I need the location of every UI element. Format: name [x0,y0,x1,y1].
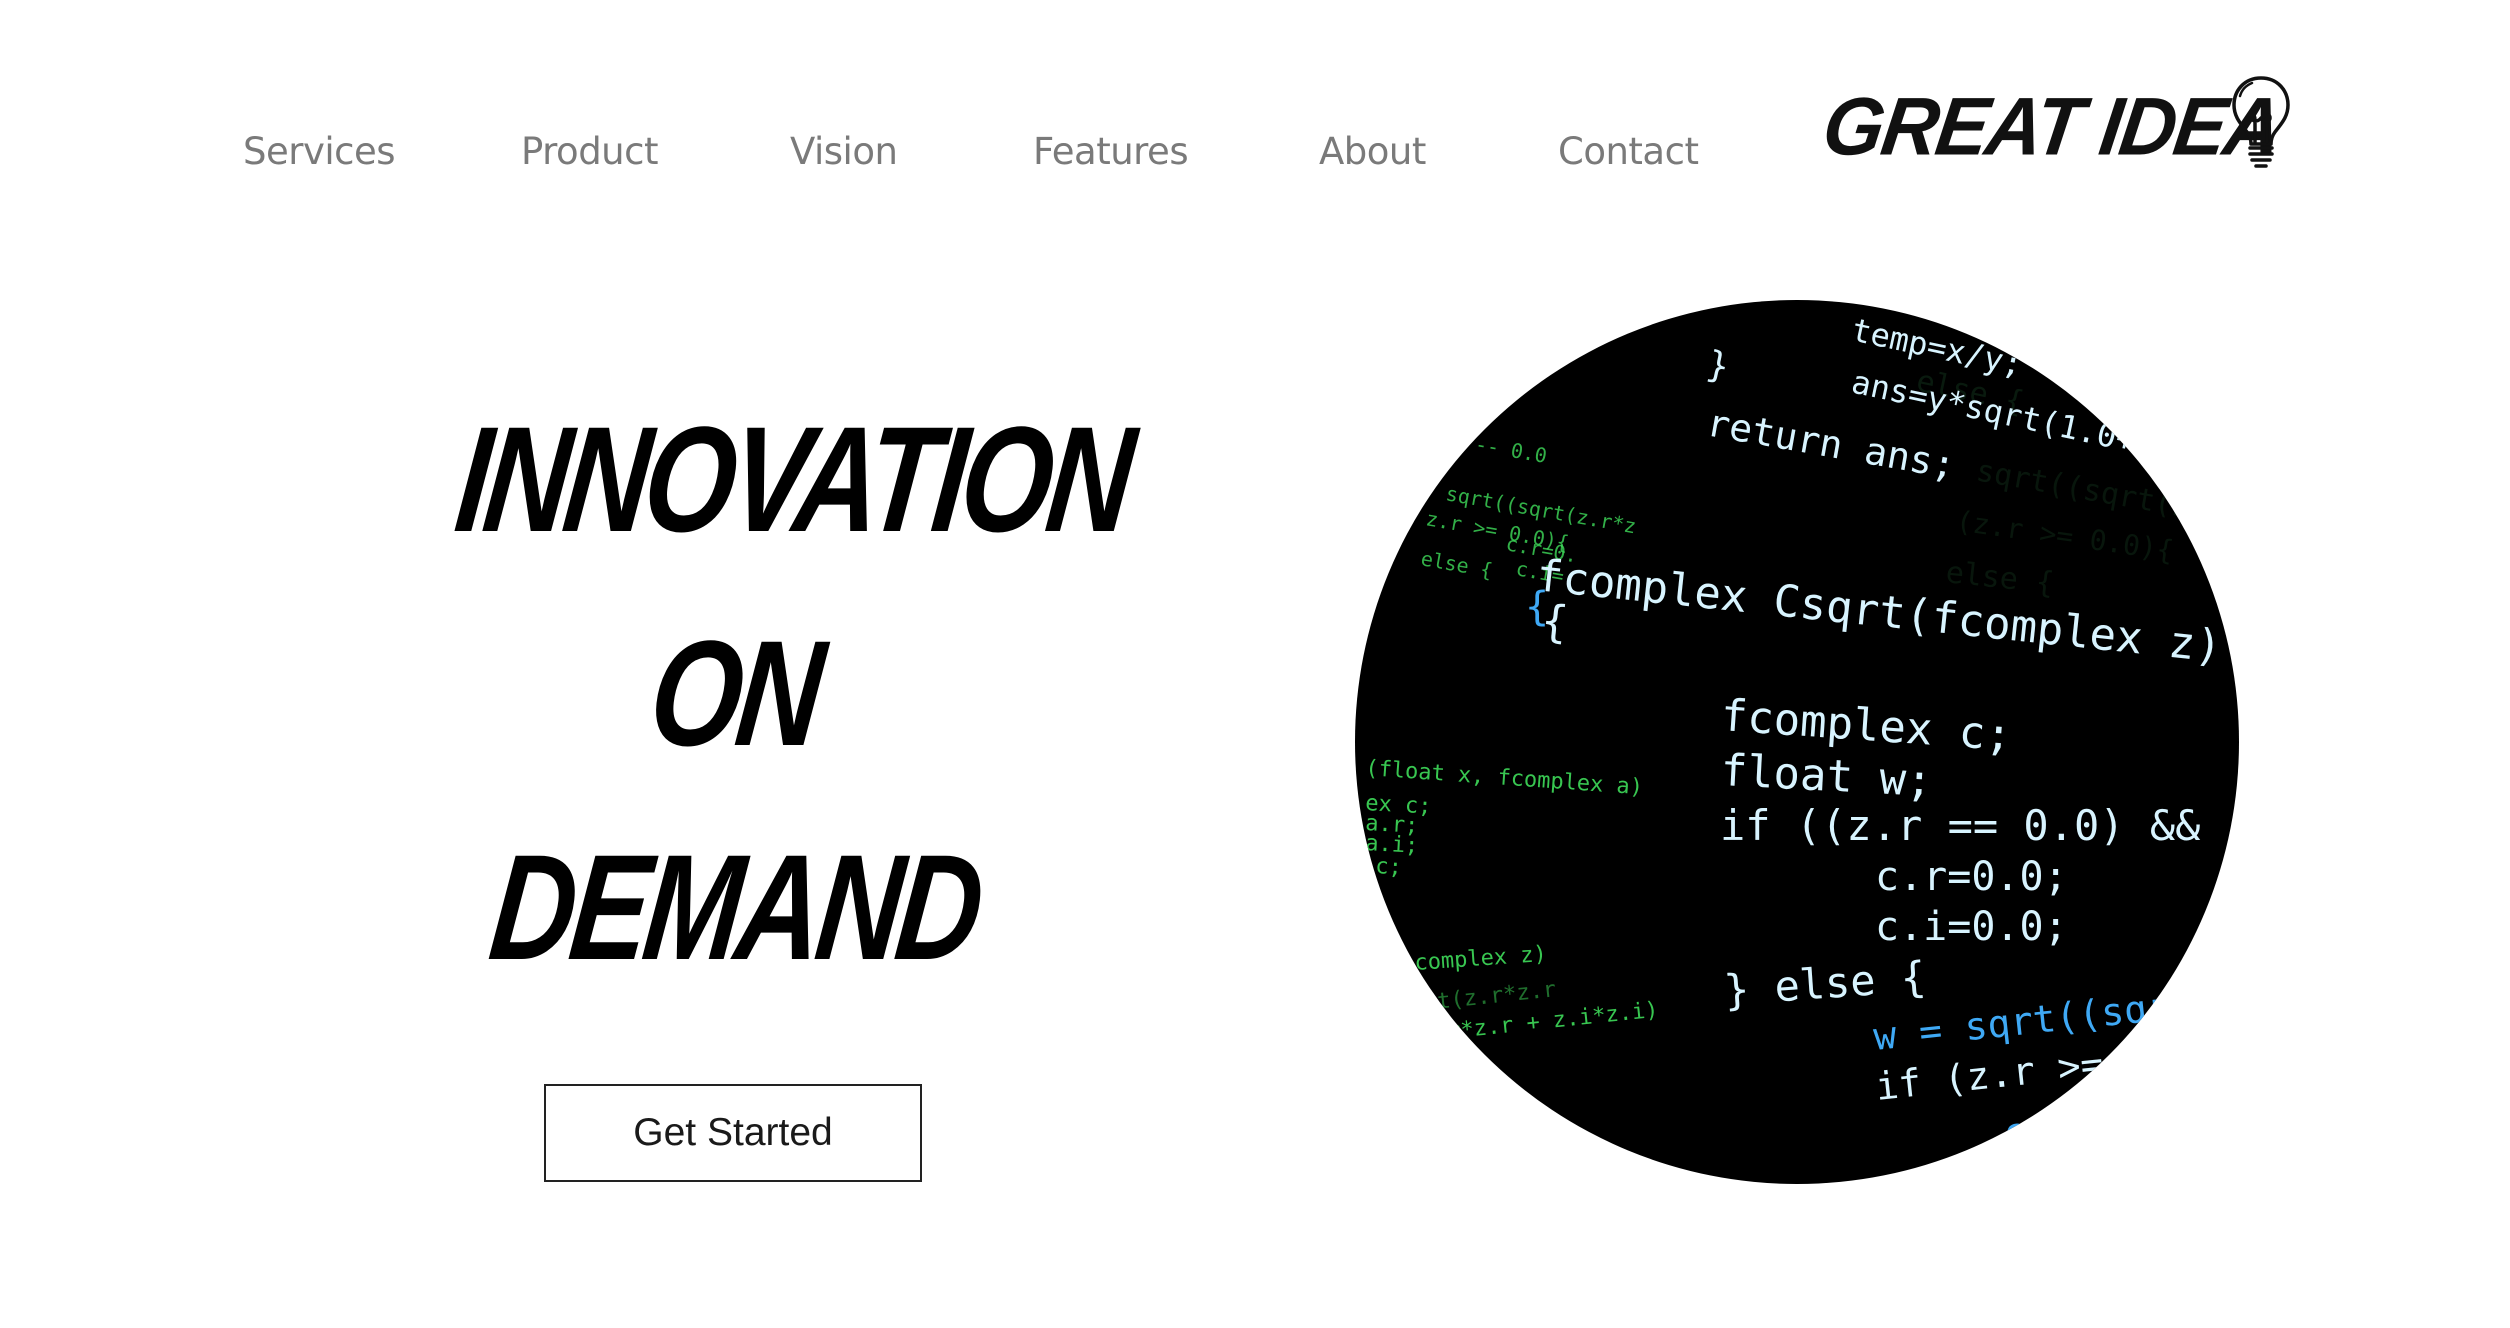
lightbulb-icon [2232,76,2290,168]
nav-link-vision[interactable]: Vision [790,130,898,173]
faded-code-line: complex z) [1414,942,1548,976]
code-line: c.r=0.0; [1875,854,2068,900]
nav-link-contact[interactable]: Contact [1558,130,1699,173]
faded-code-line: c; [1375,854,1403,880]
code-screen-svg: else {sqrt((sqrt(z.r*z.(z.r >= 0.0){else… [1365,311,2239,1154]
code-line: fcomplex Csqrt(fcomplex z) [1534,550,2224,673]
code-line: c.r [2002,1106,2071,1154]
headline-line-2: ON [642,609,828,777]
code-line: } [1703,344,1733,389]
faded-code-line: (z.i -- 0.0 [1414,421,1549,468]
logo-wordmark: GREAT IDEA [1817,79,2286,173]
nav-link-product[interactable]: Product [521,130,658,173]
nav-link-services[interactable]: Services [243,130,396,173]
code-line: c.i=0.0; [1875,904,2068,950]
hero-headline: INNOVATION ON DEMAND [380,372,1138,1014]
code-screen-image: else {sqrt((sqrt(z.r*z. (z.r >= 0.0){else… [1355,300,2239,1184]
faded-code-line: else { [1419,546,1494,582]
nav-link-features[interactable]: Features [1033,130,1189,173]
headline-line-3: DEMAND [483,823,987,991]
site-logo[interactable]: GREAT IDEA [1818,76,2290,176]
code-line: float w; [1719,745,1933,807]
headline-line-1: INNOVATION [448,395,1138,563]
nav-link-about[interactable]: About [1319,130,1426,173]
get-started-button[interactable]: Get Started [544,1084,922,1182]
code-line: if ((z.r == 0.0) && (z.i == 0.0)) { [1720,801,2239,850]
code-brace: { [1525,584,1549,630]
code-line: } else { [1722,952,1927,1015]
